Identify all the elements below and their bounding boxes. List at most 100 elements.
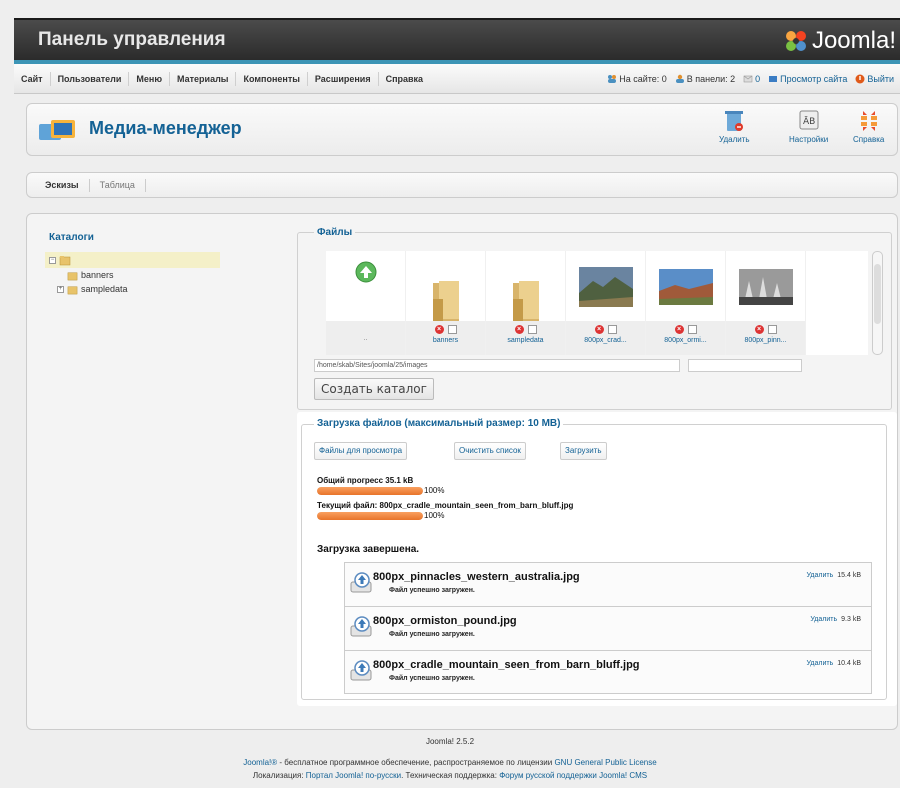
view-site-text[interactable]: Просмотр сайта [780,74,847,84]
thumb-image-ormiston[interactable]: × 800px_ormi... [646,251,726,355]
delete-icon[interactable]: × [674,325,684,334]
joomla-logo[interactable]: Joomla! [784,27,896,55]
gpl-link[interactable]: GNU General Public License [554,758,656,767]
users-icon [608,74,617,83]
in-panel-text: В панели: 2 [686,73,736,84]
upload-button[interactable]: Загрузить [560,442,607,460]
overall-progress-fill [317,486,423,495]
thumb-folder-sampledata[interactable]: × sampledata [486,251,566,355]
select-checkbox[interactable] [527,325,537,334]
upload-file-icon [350,660,372,681]
thumb-image-cradle[interactable]: × 800px_crad... [566,251,646,355]
thumb-folder-banners[interactable]: × banners [406,251,486,355]
file-name: 800px_ormiston_pound.jpg [373,615,517,627]
upload-panel: Загрузка файлов (максимальный размер: 10… [297,412,897,706]
remove-file-link[interactable]: Удалить [807,660,834,667]
admin-header: Панель управления Joomla! [14,18,900,60]
toolbar: Медиа-менеджер Удалить ĀB Настройки Спра… [26,103,898,156]
create-folder-button[interactable]: Создать каталог [314,378,434,400]
footer-support: Локализация: Портал Joomla! по-русски. Т… [0,771,900,780]
menu-item-help[interactable]: Справка [379,72,430,86]
delete-icon[interactable]: × [514,325,524,334]
tab-thumbnails[interactable]: Эскизы [35,178,90,192]
thumb-name[interactable]: banners [406,337,485,344]
image-thumbnail [578,267,633,307]
joomla-icon [785,31,806,51]
logout-icon [855,74,865,83]
thumb-name[interactable]: 800px_crad... [566,337,645,344]
delete-label: Удалить [719,135,750,144]
overall-progress-label: Общий прогресс 35.1 kB [317,476,414,485]
on-site-status: На сайте: 0 [607,74,667,84]
upload-complete-text: Загрузка завершена. [317,544,420,555]
select-checkbox[interactable] [767,325,777,334]
clear-list-button[interactable]: Очистить список [454,442,526,460]
delete-icon[interactable]: × [434,325,444,334]
help-icon [860,111,877,131]
menu-item-menus[interactable]: Меню [129,71,171,86]
delete-icon[interactable]: × [594,325,604,334]
header-title: Панель управления [38,29,226,50]
localization-link[interactable]: Портал Joomla! по-русски [306,771,401,780]
svg-text:ĀB: ĀB [803,116,815,127]
thumb-name[interactable]: 800px_pinn... [726,337,805,344]
media-manager-icon [39,120,75,140]
thumb-image-pinnacles[interactable]: × 800px_pinn... [726,251,806,355]
image-thumbnail [738,269,793,305]
page-title: Медиа-менеджер [89,118,242,138]
folder-name-input[interactable] [688,359,802,372]
remove-file-link[interactable]: Удалить [807,572,834,579]
browse-files-button[interactable]: Файлы для просмотра [314,442,408,460]
file-size: 10.4 kB [837,660,861,667]
select-checkbox[interactable] [687,325,697,334]
delete-icon[interactable]: × [754,325,764,334]
delete-button[interactable]: Удалить [719,109,750,144]
remove-file-link[interactable]: Удалить [810,616,837,623]
view-site-link[interactable]: Просмотр сайта [768,74,847,84]
overall-progress-pct: 100% [424,486,445,495]
menu-item-site[interactable]: Сайт [14,71,51,86]
thumb-name[interactable]: sampledata [486,337,565,344]
folder-icon [432,281,459,321]
menu-item-components[interactable]: Компоненты [236,71,308,86]
tab-table[interactable]: Таблица [90,178,146,192]
folder-icon [67,286,78,294]
tree-item-sampledata[interactable]: + sampledata [45,282,220,296]
list-item: 800px_cradle_mountain_seen_from_barn_blu… [345,651,871,693]
messages-status[interactable]: 0 [743,74,760,84]
folder-icon [512,281,539,321]
help-button[interactable]: Справка [853,109,884,144]
files-panel: Файлы .. × banners × sampledata × 800px_… [297,227,892,410]
menu-item-extensions[interactable]: Расширения [308,71,379,86]
file-name: 800px_cradle_mountain_seen_from_barn_blu… [373,659,640,671]
collapse-toggle[interactable]: − [49,256,56,264]
tree-item-label: banners [81,270,114,280]
tree-item-banners[interactable]: banners [45,268,220,282]
messages-count[interactable]: 0 [755,74,760,84]
file-name: 800px_pinnacles_western_australia.jpg [373,571,580,583]
in-panel-status: В панели: 2 [675,74,735,84]
menu-item-users[interactable]: Пользователи [51,71,130,86]
thumb-name[interactable]: 800px_ormi... [646,337,725,344]
thumb-up[interactable]: .. [326,251,406,355]
settings-button[interactable]: ĀB Настройки [789,109,828,144]
select-checkbox[interactable] [607,325,617,334]
scrollbar-thumb[interactable] [874,264,881,324]
file-size: 15.4 kB [837,572,861,579]
menu-item-content[interactable]: Материалы [170,71,237,86]
current-progress: 100% [317,511,444,520]
expand-toggle[interactable]: + [57,285,64,293]
upload-fieldset: Загрузка файлов (максимальный размер: 10… [301,418,887,700]
logout-link[interactable]: Выйти [855,74,894,84]
logout-text[interactable]: Выйти [867,74,894,84]
admins-icon [675,74,684,83]
thumbnail-scrollbar[interactable] [872,251,883,355]
footer-license: Joomla!® - бесплатное программное обеспе… [0,758,900,767]
main-panel: Каталоги − banners + sampledata Файлы .. [26,213,898,730]
file-size: 9.3 kB [841,616,861,623]
joomla-link[interactable]: Joomla!® [243,758,277,767]
support-forum-link[interactable]: Форум русской поддержки Joomla! CMS [499,771,647,780]
select-checkbox[interactable] [447,325,457,334]
tree-root[interactable]: − [45,252,220,268]
current-progress-pct: 100% [424,511,445,520]
